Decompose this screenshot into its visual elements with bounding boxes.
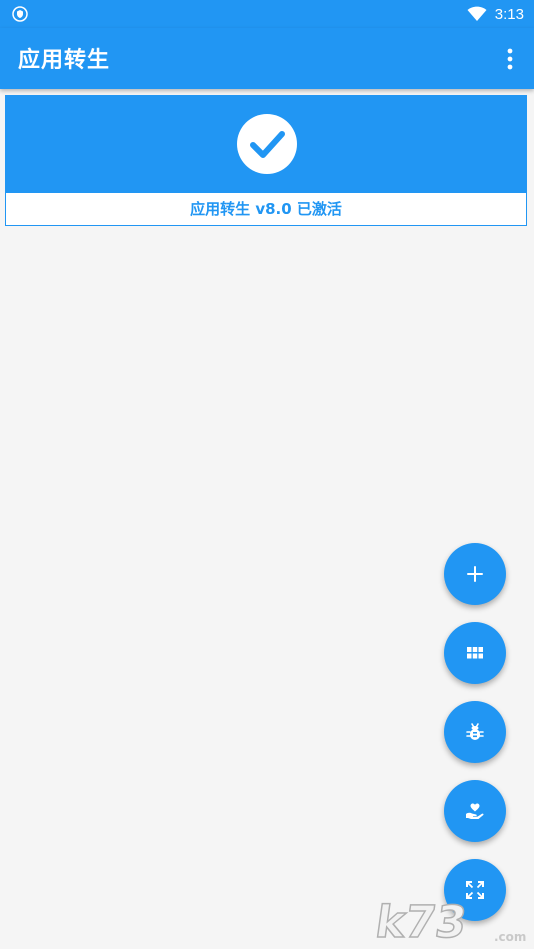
check-circle-icon [237,114,297,174]
donate-fab-button[interactable] [444,780,506,842]
more-vert-icon[interactable] [500,46,520,72]
add-fab-button[interactable] [444,543,506,605]
watermark-domain: .com [494,930,526,944]
shield-status-icon [12,6,28,22]
wifi-icon [467,6,487,21]
activation-card-banner [6,96,526,193]
app-title: 应用转生 [18,48,111,73]
heart-hand-icon [466,803,484,819]
bug-fab-button[interactable] [444,701,506,763]
status-bar: 3:13 [0,0,534,28]
app-bar: 应用转生 [0,28,534,89]
status-time: 3:13 [494,5,524,23]
watermark-text: k73 [376,897,470,945]
activation-status-label: 应用转生 v8.0 已激活 [190,200,342,218]
bug-icon [466,723,484,740]
activation-card[interactable]: 应用转生 v8.0 已激活 [5,95,527,226]
watermark-logo: k73 .com [376,896,526,945]
grid-icon [467,647,483,659]
plus-icon [467,566,483,582]
grid-fab-button[interactable] [444,622,506,684]
